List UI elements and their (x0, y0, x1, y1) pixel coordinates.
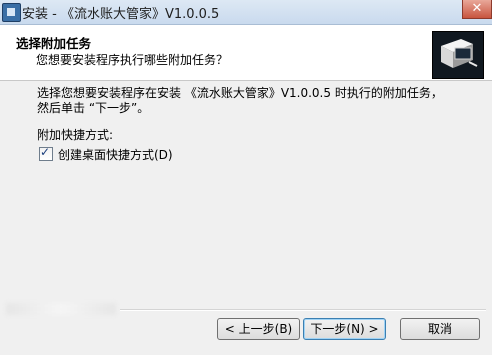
cancel-button[interactable]: 取消 (400, 318, 480, 340)
checkmark-icon: ✓ (40, 145, 51, 159)
desktop-shortcut-label[interactable]: 创建桌面快捷方式(D) (58, 146, 173, 163)
title-bar[interactable]: 安装 - 《流水账大管家》V1.0.0.5 ✕ (0, 0, 492, 25)
shortcut-group-label: 附加快捷方式: (37, 128, 114, 142)
installer-app-icon (2, 3, 21, 22)
computer-box-icon (432, 31, 484, 79)
installer-window: 安装 - 《流水账大管家》V1.0.0.5 ✕ 选择附加任务 您想要安装程序执行… (0, 0, 492, 355)
footer-divider (120, 309, 486, 311)
wizard-header: 选择附加任务 您想要安装程序执行哪些附加任务？ (0, 25, 492, 81)
close-button[interactable]: ✕ (462, 0, 492, 19)
desktop-shortcut-checkbox[interactable]: ✓ (39, 145, 53, 161)
page-subtitle: 您想要安装程序执行哪些附加任务？ (36, 53, 229, 67)
description-line-1: 选择您想要安装程序在安装 《流水账大管家》V1.0.0.5 时执行的附加任务， (37, 86, 443, 100)
description-text: 选择您想要安装程序在安装 《流水账大管家》V1.0.0.5 时执行的附加任务， … (37, 86, 457, 116)
next-button[interactable]: 下一步(N) > (303, 318, 386, 340)
back-button[interactable]: < 上一步(B) (217, 318, 300, 340)
description-line-2: 然后单击 “下一步”。 (37, 101, 150, 115)
window-title: 安装 - 《流水账大管家》V1.0.0.5 (22, 7, 220, 22)
blurred-branding-area (6, 303, 116, 315)
page-title: 选择附加任务 (16, 36, 92, 51)
